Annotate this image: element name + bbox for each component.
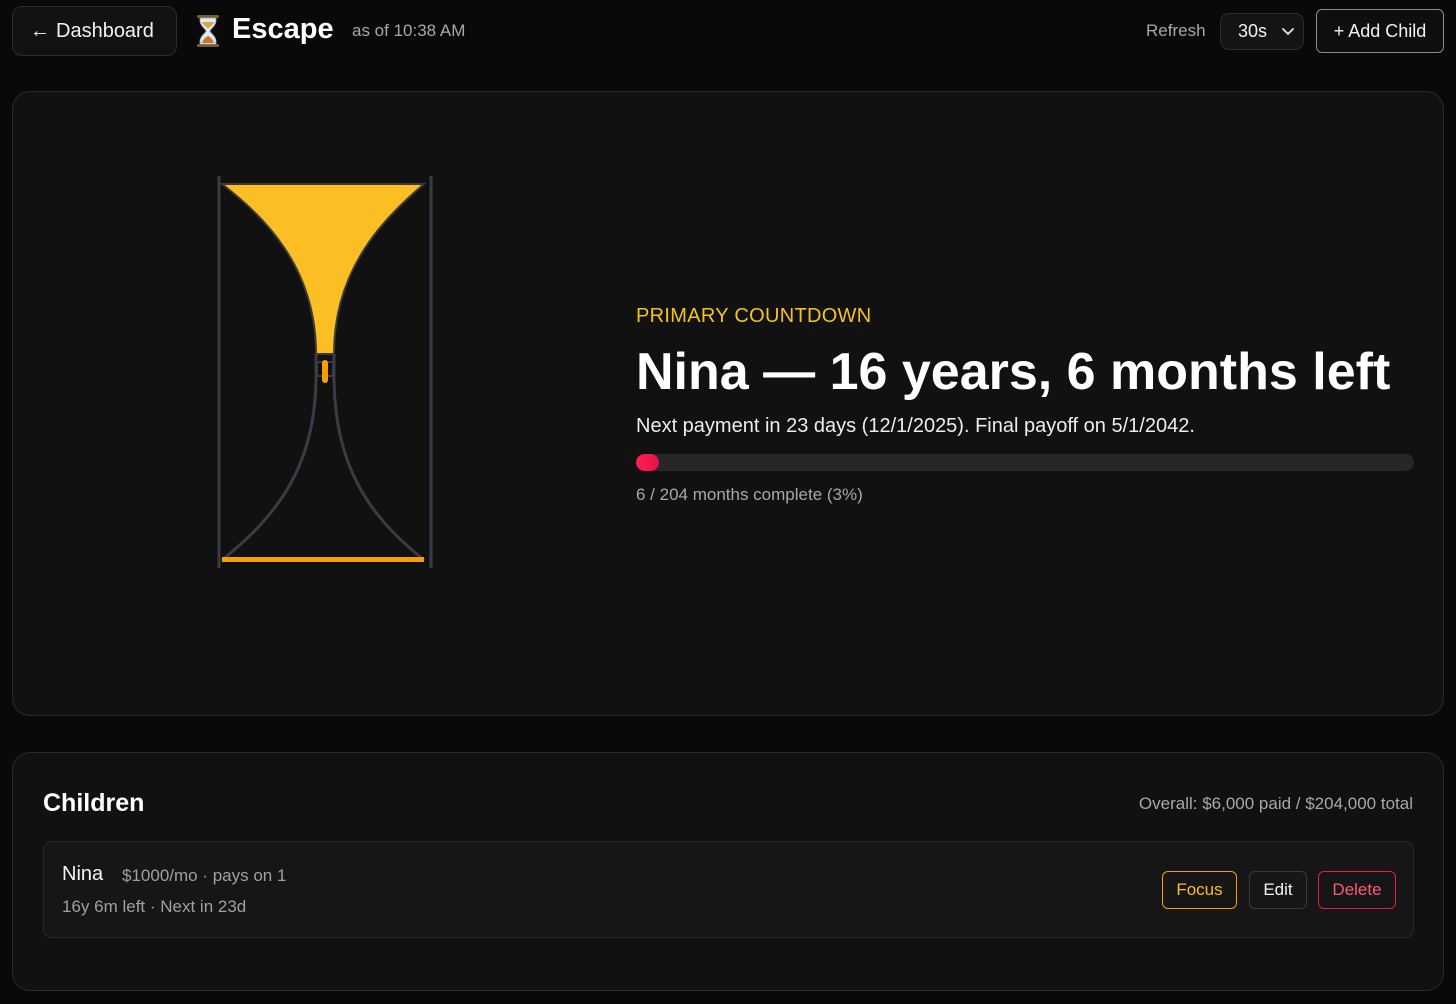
as-of-timestamp: as of 10:38 AM (352, 21, 466, 40)
countdown-headline: Nina — 16 years, 6 months left (636, 343, 1391, 401)
children-heading: Children (43, 789, 145, 817)
overall-total: Overall: $6,000 paid / $204,000 total (1138, 794, 1413, 813)
hourglass-illustration (217, 176, 433, 568)
child-row: Nina $1000/mo · pays on 1 16y 6m left · … (43, 841, 1414, 938)
primary-countdown-card: PRIMARY COUNTDOWN Nina — 16 years, 6 mon… (12, 91, 1444, 716)
progress-fill (636, 454, 660, 471)
back-button-label: Dashboard (56, 19, 154, 42)
back-arrow-icon: ← (30, 19, 50, 42)
top-bar: ← Dashboard Escape as of 10:38 AM Refres… (0, 0, 1456, 62)
top-sand (219, 183, 427, 355)
child-name: Nina (62, 863, 104, 885)
app-title: Escape (232, 13, 334, 45)
children-card: Children Overall: $6,000 paid / $204,000… (12, 752, 1444, 991)
progress-text: 6 / 204 months complete (3%) (636, 485, 863, 504)
back-to-dashboard-button[interactable]: ← Dashboard (12, 6, 177, 56)
chevron-down-icon (1282, 28, 1294, 35)
child-status: 16y 6m left · Next in 23d (62, 897, 247, 916)
child-payment-meta: $1000/mo · pays on 1 (122, 866, 287, 885)
progress-bar (636, 454, 1414, 471)
bottom-sand (222, 557, 424, 562)
focus-button[interactable]: Focus (1162, 871, 1237, 909)
falling-sand (322, 360, 328, 383)
edit-button[interactable]: Edit (1249, 871, 1307, 909)
hourglass-outline-left (221, 354, 318, 562)
refresh-label: Refresh (1146, 21, 1206, 40)
delete-button[interactable]: Delete (1318, 871, 1396, 909)
payment-summary: Next payment in 23 days (12/1/2025). Fin… (636, 415, 1195, 437)
hourglass-icon (197, 15, 219, 47)
hourglass-outline-right (332, 354, 425, 562)
primary-countdown-label: PRIMARY COUNTDOWN (636, 305, 872, 327)
add-child-button[interactable]: + Add Child (1316, 9, 1444, 53)
refresh-interval-select[interactable]: 30s (1220, 13, 1304, 50)
refresh-interval-value: 30s (1238, 21, 1268, 41)
